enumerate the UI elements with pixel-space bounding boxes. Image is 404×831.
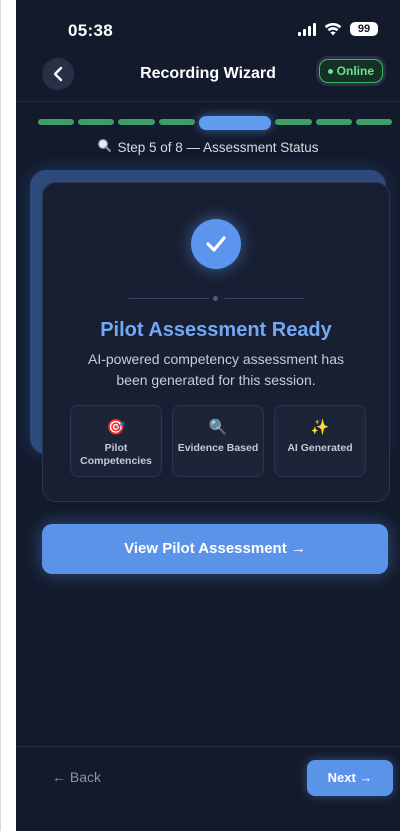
feature-pilot-competencies: 🎯 Pilot Competencies xyxy=(70,405,162,477)
nav-divider xyxy=(16,101,400,102)
magnifier-icon: 🔍 xyxy=(208,419,228,436)
status-time: 05:38 xyxy=(68,21,113,40)
progress-step xyxy=(158,119,195,125)
divider-dot xyxy=(213,296,218,301)
assessment-card: Pilot Assessment Ready AI-powered compet… xyxy=(42,182,390,502)
status-icons: 99 xyxy=(298,22,378,36)
view-pilot-assessment-button[interactable]: View Pilot Assessment → xyxy=(42,524,388,574)
checkmark-icon xyxy=(206,236,226,252)
feature-label: AI Generated xyxy=(287,442,353,454)
step-progress-bar xyxy=(38,116,392,130)
feature-ai-generated: ✨ AI Generated xyxy=(274,405,366,477)
battery-indicator: 99 xyxy=(350,22,378,36)
online-label: Online xyxy=(336,64,374,78)
nav-bar: Recording Wizard Online xyxy=(16,52,400,96)
online-dot-icon xyxy=(327,68,333,74)
online-status: Online xyxy=(315,56,386,86)
status-bar: 05:38 99 xyxy=(16,0,400,50)
card-description: AI-powered competency assessment has bee… xyxy=(87,351,344,388)
feature-label: Evidence Based xyxy=(177,442,259,454)
card-title: Pilot Assessment Ready xyxy=(100,319,332,341)
target-icon: 🎯 xyxy=(106,419,126,436)
app-screen: 05:38 99 Recording Wizard Online Step 5 … xyxy=(16,0,400,831)
feature-list: 🎯 Pilot Competencies 🔍 Evidence Based ✨ … xyxy=(70,405,366,477)
magnifier-icon xyxy=(97,138,112,155)
footer-divider xyxy=(16,746,400,747)
divider-right xyxy=(225,298,305,299)
sparkles-icon: ✨ xyxy=(310,419,330,436)
success-check xyxy=(191,219,241,269)
progress-step xyxy=(118,119,155,125)
progress-step-current xyxy=(198,116,272,130)
progress-step xyxy=(275,119,312,125)
signal-icon xyxy=(298,22,316,36)
divider-left xyxy=(129,298,209,299)
progress-step xyxy=(78,119,115,125)
step-label: Step 5 of 8 — Assessment Status xyxy=(16,138,400,155)
progress-step xyxy=(355,119,392,125)
feature-evidence-based: 🔍 Evidence Based xyxy=(172,405,264,477)
left-edge-divider xyxy=(0,0,1,831)
progress-step xyxy=(315,119,352,125)
next-button[interactable]: Next → xyxy=(307,760,393,796)
step-label-text: Step 5 of 8 — Assessment Status xyxy=(117,140,319,155)
progress-step xyxy=(38,119,75,125)
footer-back-button[interactable]: ← Back xyxy=(52,769,101,785)
feature-label: Pilot Competencies xyxy=(80,442,152,467)
online-badge: Online xyxy=(318,59,383,83)
wifi-icon xyxy=(324,22,342,35)
